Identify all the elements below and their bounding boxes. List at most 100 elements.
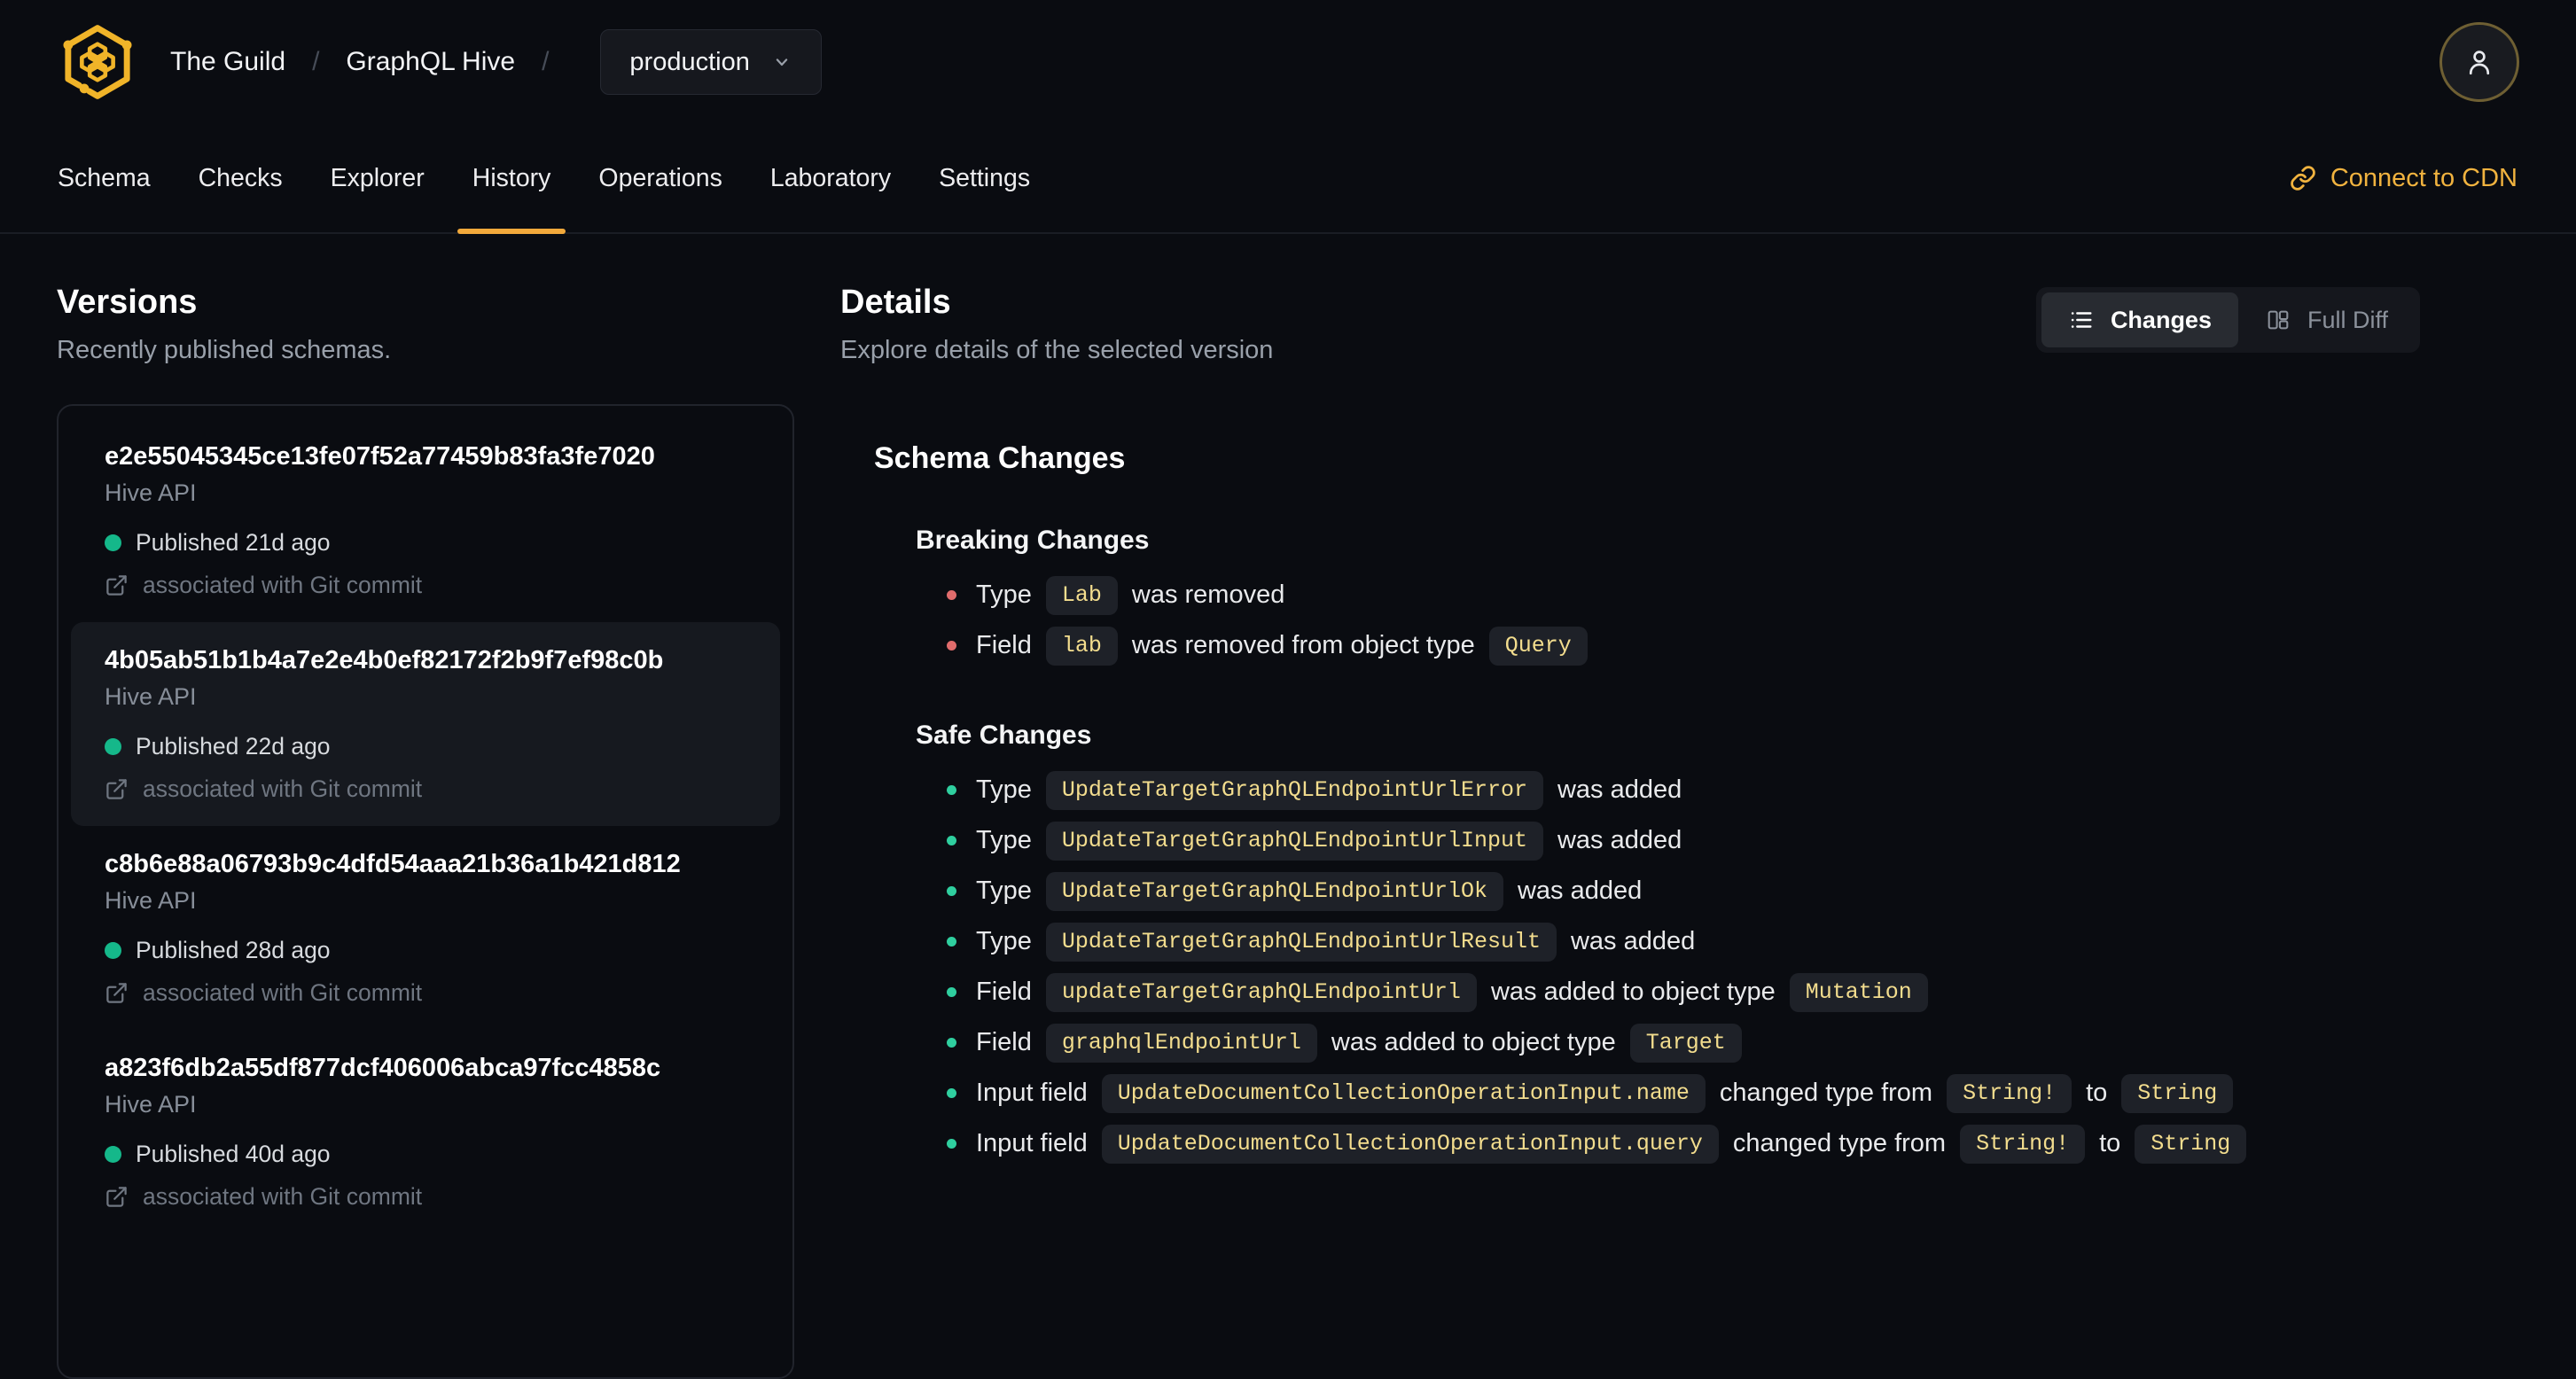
version-list-item[interactable]: a823f6db2a55df877dcf406006abca97fcc4858c… bbox=[71, 1030, 780, 1234]
code-badge: UpdateDocumentCollectionOperationInput.q… bbox=[1101, 1124, 1719, 1164]
published-status-dot bbox=[105, 1145, 121, 1163]
change-text: Input field UpdateDocumentCollectionOpera… bbox=[976, 1073, 2234, 1113]
tab-checks[interactable]: Checks bbox=[175, 124, 307, 232]
change-bullet bbox=[947, 785, 956, 795]
change-row: Type UpdateTargetGraphQLEndpointUrlInput w… bbox=[947, 815, 2519, 866]
git-commit-link[interactable]: associated with Git commit bbox=[105, 1182, 746, 1211]
change-bullet bbox=[947, 1088, 956, 1098]
version-published-row: Published 40d ago bbox=[105, 1140, 746, 1168]
full-diff-view-button[interactable]: Full Diff bbox=[2238, 292, 2415, 347]
version-hash: 4b05ab51b1b4a7e2e4b0ef82172f2b9f7ef98c0b bbox=[105, 646, 664, 674]
version-list-item[interactable]: e2e55045345ce13fe07f52a77459b83fa3fe7020… bbox=[71, 418, 780, 622]
change-text: Field lab was removed from object type Quer… bbox=[976, 626, 1588, 666]
change-group-title: Safe Changes bbox=[916, 721, 1092, 750]
published-label: Published 22d ago bbox=[136, 733, 331, 760]
version-service-name: Hive API bbox=[105, 683, 197, 710]
change-text-part: to bbox=[2099, 1129, 2121, 1157]
published-label: Published 21d ago bbox=[136, 529, 331, 556]
user-icon bbox=[2469, 51, 2490, 75]
versions-panel: Versions Recently published schemas. e2e… bbox=[57, 234, 794, 1379]
versions-subtitle: Recently published schemas. bbox=[57, 336, 392, 364]
tab-laboratory[interactable]: Laboratory bbox=[746, 124, 915, 232]
changes-view-button[interactable]: Changes bbox=[2041, 292, 2238, 347]
change-text-part: was removed from object type bbox=[1131, 631, 1475, 659]
change-bullet bbox=[947, 590, 956, 600]
change-text-part: Field bbox=[976, 978, 1032, 1006]
git-commit-link[interactable]: associated with Git commit bbox=[105, 571, 746, 599]
code-badge: updateTargetGraphQLEndpointUrl bbox=[1045, 972, 1477, 1012]
schema-changes-title: Schema Changes bbox=[874, 441, 1126, 475]
change-text-part: was added bbox=[1557, 775, 1682, 804]
git-commit-label: associated with Git commit bbox=[143, 979, 423, 1006]
code-badge: Lab bbox=[1045, 575, 1118, 615]
version-service-name: Hive API bbox=[105, 1091, 197, 1118]
tab-settings[interactable]: Settings bbox=[915, 124, 1054, 232]
change-bullet bbox=[947, 937, 956, 947]
change-row: Field graphqlEndpointUrl was added to obje… bbox=[947, 1017, 2519, 1068]
full-diff-view-label: Full Diff bbox=[2307, 306, 2388, 333]
change-row: Type Lab was removed bbox=[947, 570, 2519, 620]
breadcrumb-org[interactable]: The Guild bbox=[170, 47, 285, 77]
breadcrumb-separator: / bbox=[312, 47, 320, 76]
tab-explorer[interactable]: Explorer bbox=[307, 124, 449, 232]
breadcrumb-project[interactable]: GraphQL Hive bbox=[346, 47, 515, 77]
list-icon bbox=[2071, 312, 2092, 328]
code-badge: String bbox=[2135, 1124, 2247, 1164]
change-list: Type Lab was removed Field lab was removed f… bbox=[840, 570, 2519, 671]
git-commit-link[interactable]: associated with Git commit bbox=[105, 978, 746, 1007]
hive-logo-icon[interactable] bbox=[57, 21, 138, 103]
change-group: Breaking Changes Type Lab was removed Fiel… bbox=[840, 526, 2519, 671]
change-text: Field graphqlEndpointUrl was added to obje… bbox=[976, 1023, 1742, 1063]
external-link-icon bbox=[106, 1186, 127, 1207]
tab-operations[interactable]: Operations bbox=[574, 124, 745, 232]
external-link-icon bbox=[106, 574, 127, 596]
connect-to-cdn-button[interactable]: Connect to CDN bbox=[2290, 164, 2541, 193]
git-commit-link[interactable]: associated with Git commit bbox=[105, 775, 746, 803]
change-text-part: Type bbox=[976, 876, 1032, 905]
version-service-name: Hive API bbox=[105, 479, 197, 506]
version-list-item[interactable]: 4b05ab51b1b4a7e2e4b0ef82172f2b9f7ef98c0b… bbox=[71, 622, 780, 826]
change-text-part: Type bbox=[976, 580, 1032, 609]
published-status-dot bbox=[105, 737, 121, 755]
code-badge: UpdateDocumentCollectionOperationInput.n… bbox=[1101, 1073, 1706, 1113]
user-avatar-button[interactable] bbox=[2439, 22, 2519, 102]
change-row: Type UpdateTargetGraphQLEndpointUrlError w… bbox=[947, 765, 2519, 815]
columns-icon bbox=[2268, 310, 2289, 330]
main-content: Versions Recently published schemas. e2e… bbox=[0, 234, 2576, 1379]
chevron-down-icon bbox=[776, 58, 788, 66]
change-text: Type UpdateTargetGraphQLEndpointUrlError w… bbox=[976, 770, 1682, 810]
code-badge: UpdateTargetGraphQLEndpointUrlError bbox=[1045, 770, 1543, 810]
change-text-part: Field bbox=[976, 631, 1032, 659]
change-text: Type UpdateTargetGraphQLEndpointUrlInput w… bbox=[976, 821, 1682, 861]
schema-changes-groups: Breaking Changes Type Lab was removed Fiel… bbox=[840, 526, 2519, 1169]
target-selector-dropdown[interactable]: production bbox=[600, 29, 822, 95]
tab-schema[interactable]: Schema bbox=[34, 124, 175, 232]
change-text-part: was added bbox=[1557, 826, 1682, 854]
change-text: Type UpdateTargetGraphQLEndpointUrlOk was … bbox=[976, 871, 1642, 911]
breadcrumb-separator: / bbox=[542, 47, 550, 76]
version-list-item[interactable]: c8b6e88a06793b9c4dfd54aaa21b36a1b421d812… bbox=[71, 826, 780, 1030]
published-status-dot bbox=[105, 534, 121, 551]
change-bullet bbox=[947, 987, 956, 997]
change-bullet bbox=[947, 1038, 956, 1048]
code-badge: Target bbox=[1629, 1023, 1742, 1063]
code-badge: UpdateTargetGraphQLEndpointUrlResult bbox=[1045, 922, 1557, 962]
tab-history[interactable]: History bbox=[449, 124, 575, 234]
git-commit-label: associated with Git commit bbox=[143, 775, 423, 802]
git-commit-label: associated with Git commit bbox=[143, 1183, 423, 1210]
tab-bar: Schema Checks Explorer History Operations Lab… bbox=[0, 124, 2576, 234]
change-text-part: was removed bbox=[1131, 580, 1285, 609]
change-row: Type UpdateTargetGraphQLEndpointUrlResult… bbox=[947, 916, 2519, 967]
change-row: Input field UpdateDocumentCollectionOpera… bbox=[947, 1118, 2519, 1169]
change-text: Type Lab was removed bbox=[976, 575, 1285, 615]
change-group-title: Breaking Changes bbox=[916, 526, 1150, 555]
change-text-part: to bbox=[2086, 1079, 2108, 1107]
top-bar: The Guild / GraphQL Hive / production bbox=[0, 0, 2576, 124]
tabs-nav: Schema Checks Explorer History Operations Lab… bbox=[34, 124, 1054, 234]
change-text: Type UpdateTargetGraphQLEndpointUrlResult… bbox=[976, 922, 1695, 962]
code-badge: Query bbox=[1488, 626, 1588, 666]
published-label: Published 40d ago bbox=[136, 1141, 331, 1167]
view-toggle-group: Changes Full Diff bbox=[2035, 287, 2420, 353]
git-commit-label: associated with Git commit bbox=[143, 572, 423, 598]
change-text-part: was added to object type bbox=[1331, 1028, 1616, 1056]
